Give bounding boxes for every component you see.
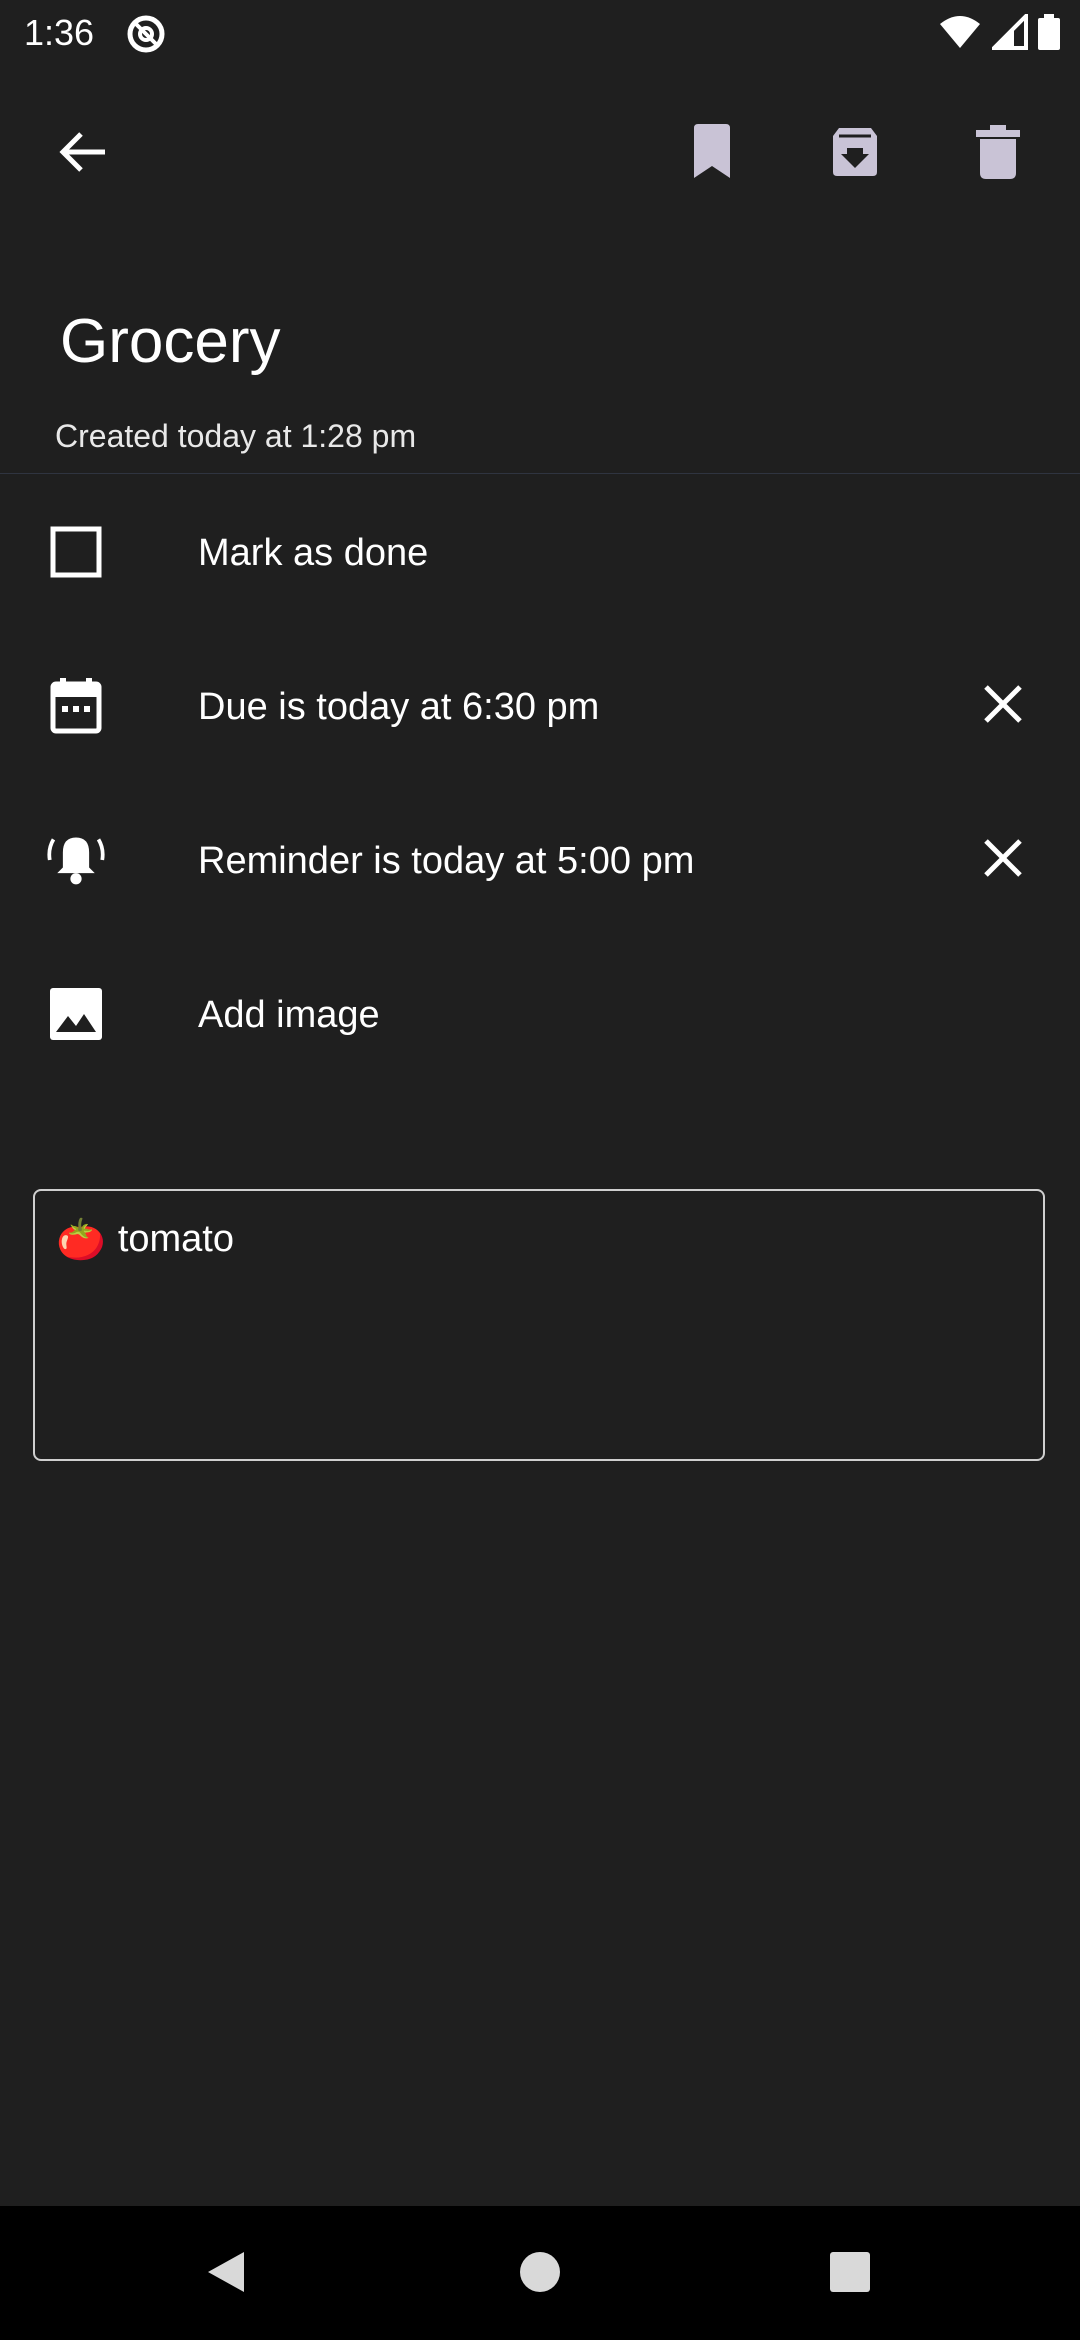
- due-label: Due is today at 6:30 pm: [198, 686, 600, 728]
- home-circle-icon: [518, 2250, 562, 2299]
- recents-square-icon: [828, 2250, 872, 2299]
- toolbar: [0, 100, 1080, 210]
- add-image-label: Add image: [198, 994, 380, 1036]
- bookmark-icon: [690, 123, 734, 185]
- clear-reminder-button[interactable]: [970, 827, 1036, 893]
- arrow-left-icon: [57, 126, 109, 183]
- tomato-icon: 🍅: [56, 1218, 106, 1262]
- at-sign-icon: [126, 14, 166, 54]
- note-content-text: tomato: [117, 1218, 234, 1260]
- back-button[interactable]: [43, 114, 123, 194]
- mark-done-row[interactable]: Mark as done: [0, 492, 1080, 612]
- signal-icon: [989, 11, 1028, 55]
- note-content[interactable]: 🍅 tomato: [56, 1216, 234, 1263]
- nav-recents-button[interactable]: [818, 2242, 882, 2306]
- battery-icon: [1038, 14, 1060, 55]
- checkbox-icon[interactable]: [46, 522, 106, 582]
- nav-home-button[interactable]: [508, 2242, 572, 2306]
- clear-due-button[interactable]: [970, 673, 1036, 739]
- delete-icon: [976, 124, 1020, 184]
- close-icon: [982, 683, 1024, 730]
- calendar-icon: [46, 676, 106, 736]
- archive-button[interactable]: [815, 114, 895, 194]
- wifi-icon: [938, 14, 982, 55]
- reminder-label: Reminder is today at 5:00 pm: [198, 840, 695, 882]
- status-time: 1:36: [24, 12, 95, 53]
- archive-icon: [829, 126, 881, 183]
- mark-done-label: Mark as done: [198, 532, 429, 574]
- nav-back-button[interactable]: [194, 2242, 258, 2306]
- created-timestamp: Created today at 1:28 pm: [55, 418, 417, 454]
- close-icon: [982, 837, 1024, 884]
- reminder-row[interactable]: Reminder is today at 5:00 pm: [0, 800, 1080, 920]
- status-bar: 1:36: [0, 0, 1080, 66]
- image-icon: [46, 984, 106, 1044]
- due-row[interactable]: Due is today at 6:30 pm: [0, 646, 1080, 766]
- bookmark-button[interactable]: [672, 114, 752, 194]
- delete-button[interactable]: [958, 114, 1038, 194]
- back-triangle-icon: [204, 2248, 248, 2301]
- alarm-bell-icon: [46, 830, 106, 890]
- divider: [0, 473, 1080, 474]
- note-title[interactable]: Grocery: [60, 306, 280, 377]
- add-image-row[interactable]: Add image: [0, 954, 1080, 1074]
- navigation-bar: [0, 2206, 1080, 2340]
